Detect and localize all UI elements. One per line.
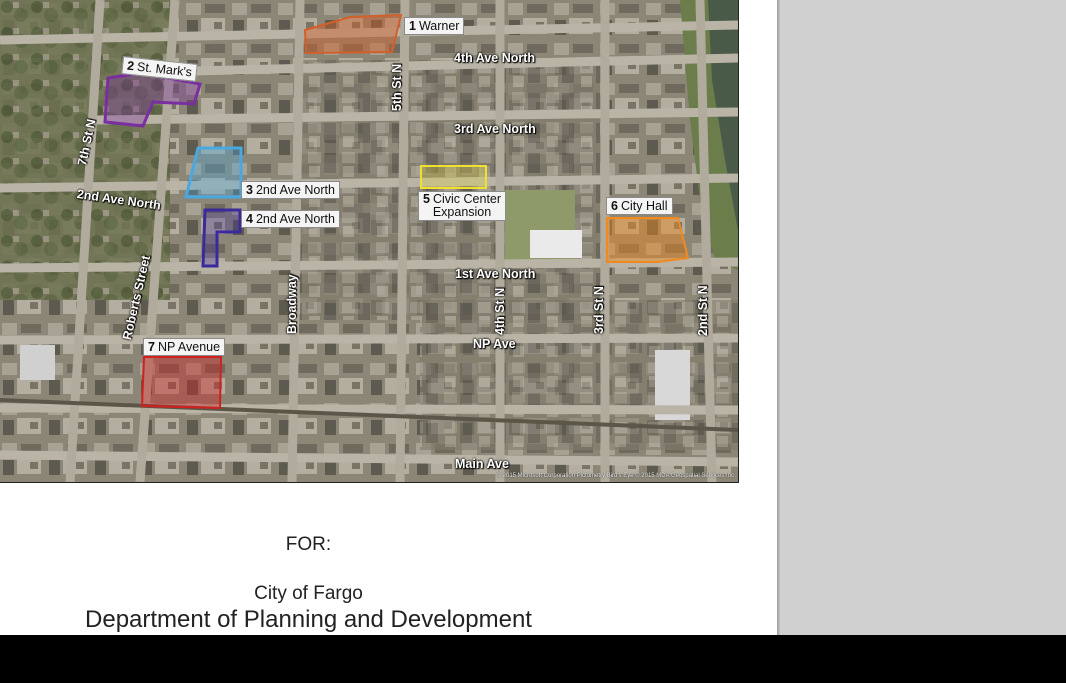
site-6-label: 6 City Hall bbox=[606, 197, 673, 215]
document-page: 1 Warner 2 St. Mark's 3 2nd Ave North 4 2nd … bbox=[0, 0, 777, 635]
site-5-label: 5 Civic Center Expansion bbox=[418, 191, 507, 221]
page-edge-shadow bbox=[777, 0, 780, 635]
for-label: FOR: bbox=[285, 534, 332, 555]
street-label-1st-ave: 1st Ave North bbox=[455, 267, 536, 281]
site-name: 2nd Ave North bbox=[255, 212, 335, 226]
site-number: 4 bbox=[246, 212, 253, 226]
street-label-np-ave: NP Ave bbox=[473, 337, 516, 351]
street-label-4th-ave: 4th Ave North bbox=[454, 51, 536, 65]
street-label-2nd-st: 2nd St N bbox=[696, 285, 710, 336]
street-label-broadway: Broadway bbox=[285, 274, 299, 334]
site-4-label: 4 2nd Ave North bbox=[241, 210, 340, 228]
site-name: St. Mark's bbox=[136, 59, 193, 80]
site-name-line1: Civic Center bbox=[432, 192, 502, 206]
site-name: 2nd Ave North bbox=[255, 183, 335, 197]
site-5-civic-center-parcel bbox=[420, 165, 487, 189]
site-name: NP Avenue bbox=[157, 340, 221, 354]
map-credit: © 2015 Microsoft Corporation Pictometry … bbox=[496, 473, 734, 479]
site-7-label: 7 NP Avenue bbox=[143, 338, 226, 356]
client-city: City of Fargo bbox=[254, 583, 363, 604]
street-label-3rd-ave: 3rd Ave North bbox=[454, 122, 536, 136]
site-6-city-hall-parcel bbox=[606, 217, 690, 263]
site-name: Warner bbox=[418, 19, 460, 33]
site-number: 5 bbox=[423, 192, 430, 206]
street-label-main-ave: Main Ave bbox=[455, 457, 509, 471]
street-label-5th-st: 5th St N bbox=[390, 63, 404, 111]
site-name-line2: Expansion bbox=[432, 205, 492, 219]
site-number: 1 bbox=[409, 19, 416, 33]
street-label-3rd-st: 3rd St N bbox=[592, 286, 606, 334]
site-name: City Hall bbox=[620, 199, 668, 213]
site-number: 7 bbox=[148, 340, 155, 354]
site-number: 2 bbox=[126, 58, 135, 74]
site-number: 6 bbox=[611, 199, 618, 213]
viewer-background bbox=[777, 0, 1066, 635]
site-1-label: 1 Warner bbox=[404, 17, 465, 35]
viewer-bottom-bar bbox=[0, 635, 1066, 683]
aerial-photo bbox=[0, 0, 738, 482]
aerial-site-map: 1 Warner 2 St. Mark's 3 2nd Ave North 4 2nd … bbox=[0, 0, 739, 483]
client-department: Department of Planning and Development bbox=[85, 606, 532, 633]
site-3-label: 3 2nd Ave North bbox=[241, 181, 340, 199]
site-7-np-avenue-parcel bbox=[140, 356, 223, 410]
site-number: 3 bbox=[246, 183, 253, 197]
street-label-4th-st: 4th St N bbox=[493, 287, 507, 335]
